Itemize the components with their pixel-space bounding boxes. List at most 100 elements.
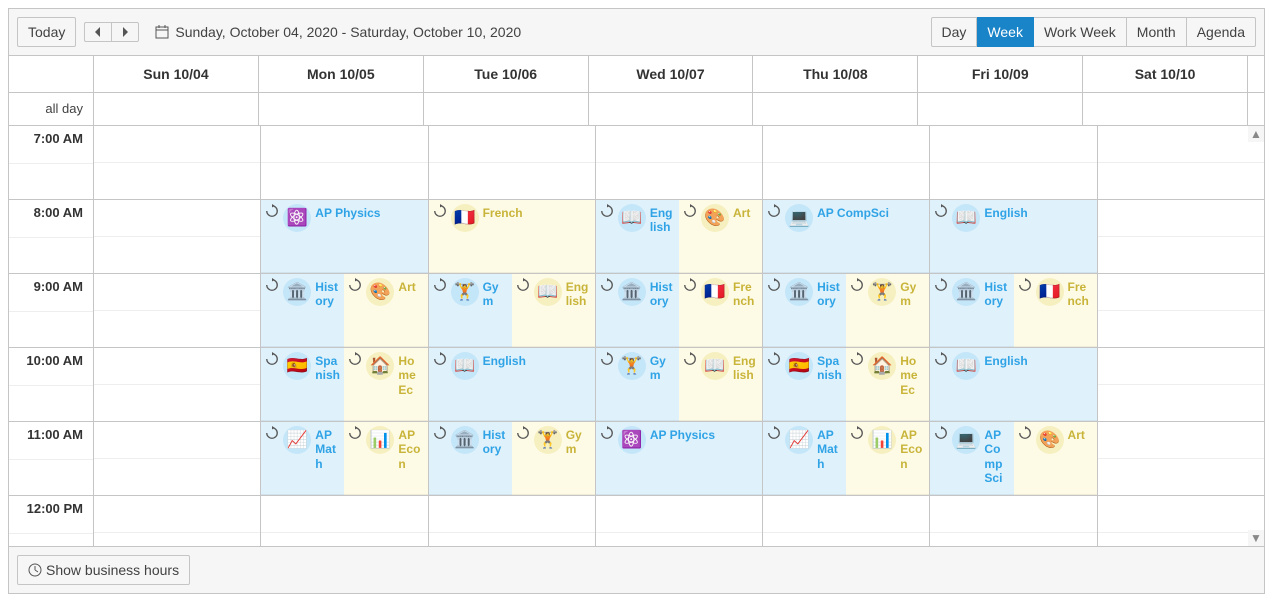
date-range-picker[interactable]: Sunday, October 04, 2020 - Saturday, Oct… xyxy=(147,20,529,44)
event-history[interactable]: 🏛️History xyxy=(429,422,512,495)
time-slot[interactable] xyxy=(1098,311,1264,348)
event-history[interactable]: 🏛️History xyxy=(261,274,344,347)
time-slot[interactable] xyxy=(930,496,1096,533)
time-slot[interactable] xyxy=(429,126,595,163)
day-header[interactable]: Mon 10/05 xyxy=(259,56,424,92)
time-slot[interactable] xyxy=(1098,496,1264,533)
grid-scroll[interactable]: 7:00 AM 8:00 AM 9:00 AM 10:00 AM 11:00 A… xyxy=(9,126,1264,546)
event-french[interactable]: 🇫🇷French xyxy=(1014,274,1097,347)
time-slot[interactable] xyxy=(94,274,260,311)
allday-cell[interactable] xyxy=(1083,93,1248,125)
event-spanish[interactable]: 🇪🇸Spanish xyxy=(763,348,846,421)
event-gym[interactable]: 🏋️Gym xyxy=(596,348,679,421)
time-slot[interactable] xyxy=(94,311,260,348)
prev-button[interactable] xyxy=(84,22,111,42)
event-art[interactable]: 🎨Art xyxy=(1014,422,1097,495)
time-slot[interactable] xyxy=(429,163,595,200)
time-slot[interactable] xyxy=(261,163,427,200)
business-hours-button[interactable]: Show business hours xyxy=(17,555,190,585)
scroll-up[interactable]: ▲ xyxy=(1248,126,1264,142)
time-slot[interactable] xyxy=(596,126,762,163)
time-slot[interactable] xyxy=(1098,126,1264,163)
time-slot[interactable] xyxy=(1098,200,1264,237)
view-day[interactable]: Day xyxy=(931,17,978,47)
event-history[interactable]: 🏛️History xyxy=(596,274,679,347)
day-header[interactable]: Thu 10/08 xyxy=(753,56,918,92)
time-slot[interactable] xyxy=(94,385,260,422)
event-history[interactable]: 🏛️History xyxy=(763,274,846,347)
time-slot[interactable] xyxy=(429,533,595,546)
time-slot[interactable] xyxy=(94,126,260,163)
time-slot[interactable] xyxy=(763,496,929,533)
event-english[interactable]: 📖English xyxy=(512,274,595,347)
view-month[interactable]: Month xyxy=(1127,17,1187,47)
time-slot[interactable] xyxy=(930,533,1096,546)
allday-cell[interactable] xyxy=(918,93,1083,125)
time-slot[interactable] xyxy=(429,496,595,533)
day-column[interactable]: ⚛️AP Physics🏛️History🎨Art🇪🇸Spanish🏠Home … xyxy=(261,126,428,546)
event-ap-econ[interactable]: 📊AP Econ xyxy=(846,422,929,495)
event-english[interactable]: 📖English xyxy=(679,348,762,421)
time-slot[interactable] xyxy=(1098,237,1264,274)
event-gym[interactable]: 🏋️Gym xyxy=(429,274,512,347)
day-header[interactable]: Sun 10/04 xyxy=(94,56,259,92)
day-header[interactable]: Wed 10/07 xyxy=(589,56,754,92)
time-slot[interactable] xyxy=(1098,348,1264,385)
time-slot[interactable] xyxy=(94,237,260,274)
event-ap-compsci[interactable]: 💻AP CompSci xyxy=(763,200,929,273)
allday-cell[interactable] xyxy=(753,93,918,125)
time-slot[interactable] xyxy=(94,348,260,385)
event-english[interactable]: 📖English xyxy=(596,200,679,273)
event-art[interactable]: 🎨Art xyxy=(344,274,427,347)
view-agenda[interactable]: Agenda xyxy=(1187,17,1256,47)
time-slot[interactable] xyxy=(1098,533,1264,546)
time-slot[interactable] xyxy=(261,533,427,546)
time-slot[interactable] xyxy=(763,126,929,163)
day-column[interactable] xyxy=(94,126,261,546)
day-header[interactable]: Tue 10/06 xyxy=(424,56,589,92)
time-slot[interactable] xyxy=(930,163,1096,200)
time-slot[interactable] xyxy=(763,533,929,546)
time-slot[interactable] xyxy=(930,126,1096,163)
event-english[interactable]: 📖English xyxy=(429,348,595,421)
time-slot[interactable] xyxy=(261,126,427,163)
time-slot[interactable] xyxy=(94,163,260,200)
event-ap-math[interactable]: 📈AP Math xyxy=(261,422,344,495)
allday-cell[interactable] xyxy=(424,93,589,125)
time-slot[interactable] xyxy=(261,496,427,533)
event-french[interactable]: 🇫🇷French xyxy=(429,200,595,273)
time-slot[interactable] xyxy=(94,422,260,459)
event-spanish[interactable]: 🇪🇸Spanish xyxy=(261,348,344,421)
event-gym[interactable]: 🏋️Gym xyxy=(846,274,929,347)
event-ap-physics[interactable]: ⚛️AP Physics xyxy=(261,200,427,273)
event-ap-compsci[interactable]: 💻AP CompSci xyxy=(930,422,1013,495)
time-slot[interactable] xyxy=(1098,459,1264,496)
today-button[interactable]: Today xyxy=(17,17,76,47)
time-slot[interactable] xyxy=(1098,422,1264,459)
day-column[interactable]: 📖English🎨Art🏛️History🇫🇷French🏋️Gym📖Engli… xyxy=(596,126,763,546)
event-ap-physics[interactable]: ⚛️AP Physics xyxy=(596,422,762,495)
time-slot[interactable] xyxy=(596,533,762,546)
event-english[interactable]: 📖English xyxy=(930,200,1096,273)
time-slot[interactable] xyxy=(94,496,260,533)
event-french[interactable]: 🇫🇷French xyxy=(679,274,762,347)
event-home-ec[interactable]: 🏠Home Ec xyxy=(846,348,929,421)
day-column[interactable] xyxy=(1098,126,1264,546)
time-slot[interactable] xyxy=(596,496,762,533)
day-column[interactable]: 💻AP CompSci🏛️History🏋️Gym🇪🇸Spanish🏠Home … xyxy=(763,126,930,546)
allday-cell[interactable] xyxy=(589,93,754,125)
scroll-down[interactable]: ▼ xyxy=(1248,530,1264,546)
next-button[interactable] xyxy=(111,22,139,42)
time-slot[interactable] xyxy=(94,459,260,496)
event-history[interactable]: 🏛️History xyxy=(930,274,1013,347)
day-header[interactable]: Fri 10/09 xyxy=(918,56,1083,92)
time-slot[interactable] xyxy=(1098,163,1264,200)
day-column[interactable]: 📖English🏛️History🇫🇷French📖English💻AP Com… xyxy=(930,126,1097,546)
time-slot[interactable] xyxy=(1098,274,1264,311)
time-slot[interactable] xyxy=(596,163,762,200)
event-ap-econ[interactable]: 📊AP Econ xyxy=(344,422,427,495)
allday-cell[interactable] xyxy=(259,93,424,125)
event-ap-math[interactable]: 📈AP Math xyxy=(763,422,846,495)
event-home-ec[interactable]: 🏠Home Ec xyxy=(344,348,427,421)
day-column[interactable]: 🇫🇷French🏋️Gym📖English📖English🏛️History🏋️… xyxy=(429,126,596,546)
